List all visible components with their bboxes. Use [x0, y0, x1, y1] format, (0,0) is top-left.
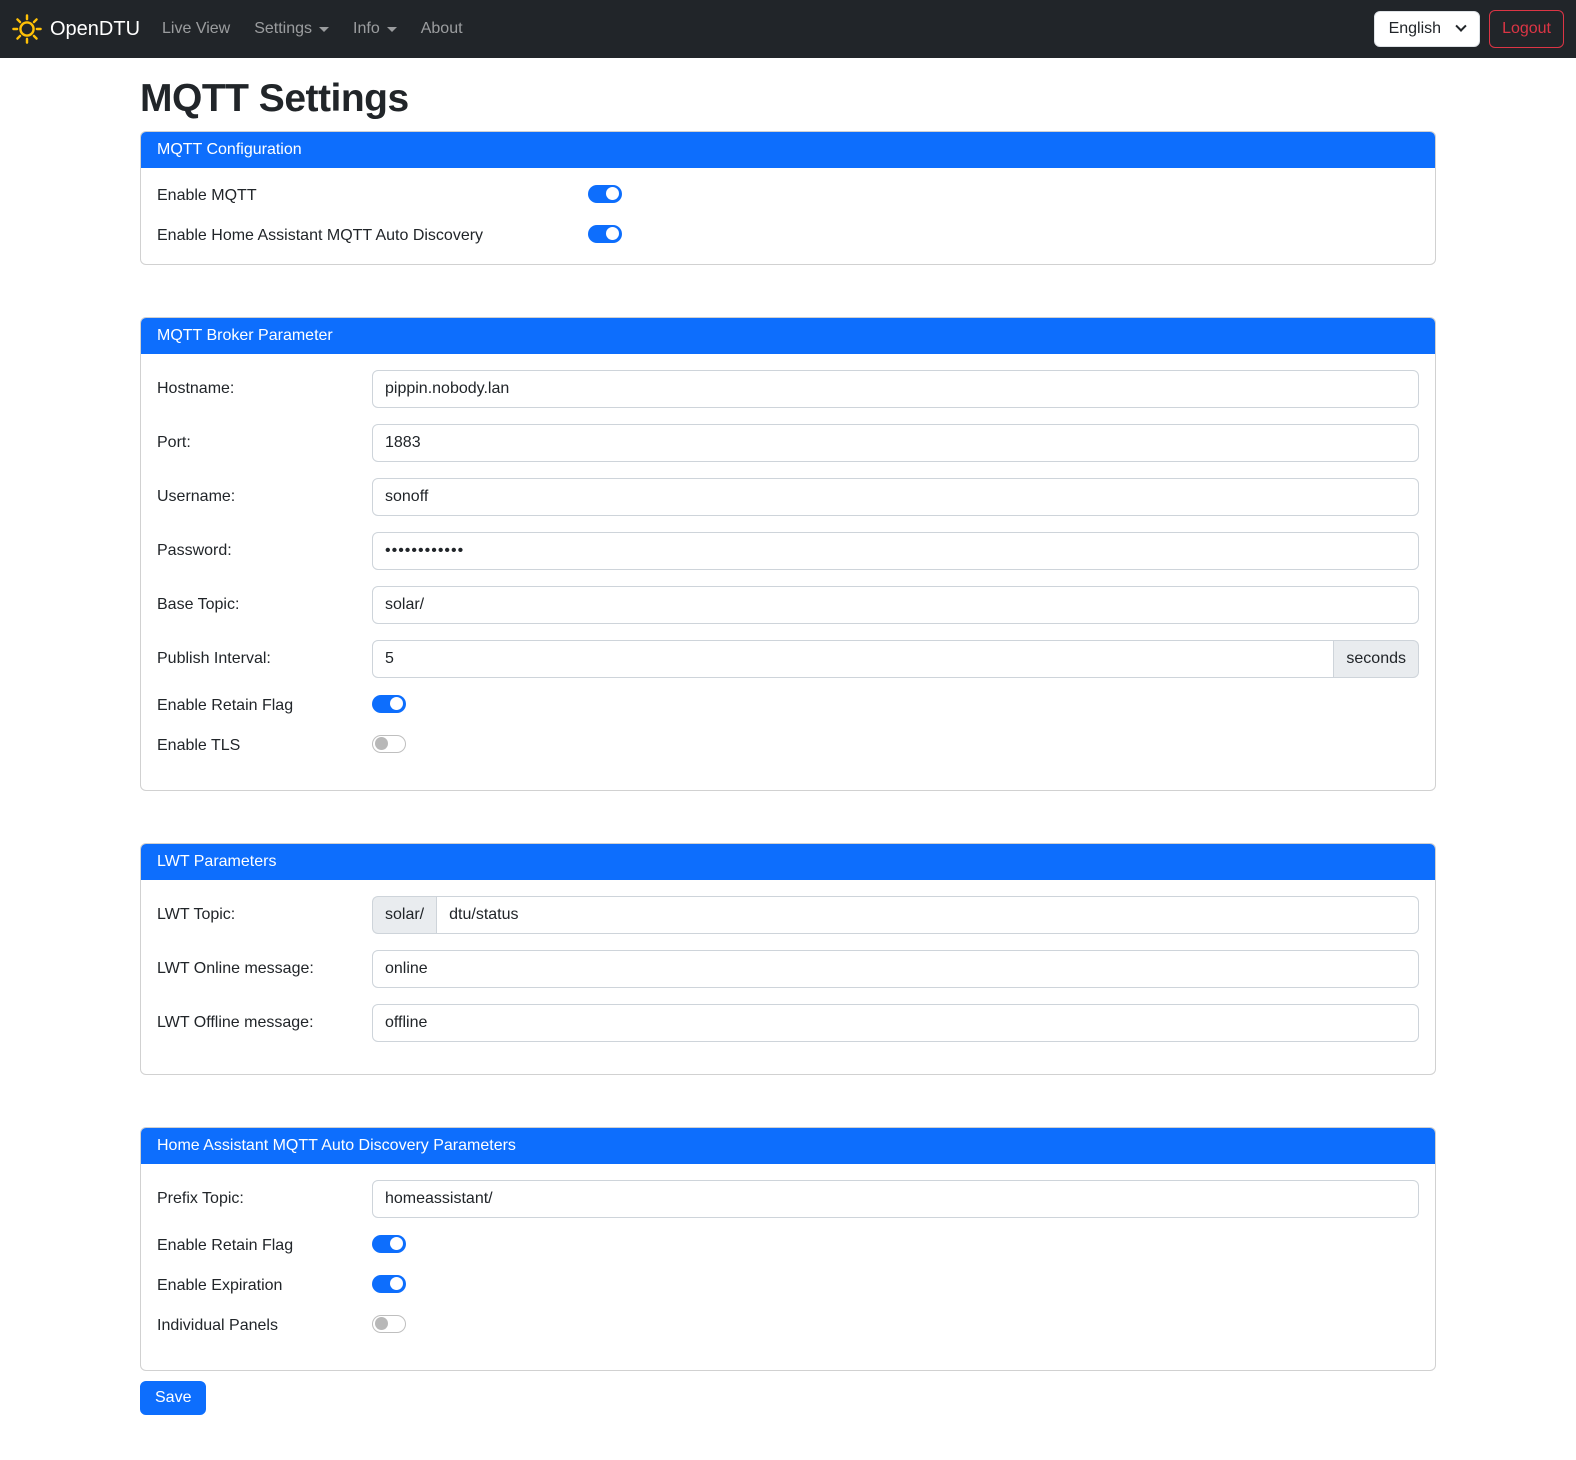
card-mqtt-configuration: MQTT Configuration Enable MQTT Enable Ho…: [140, 131, 1436, 265]
form-row-enable-ha-discovery: Enable Home Assistant MQTT Auto Discover…: [157, 224, 1419, 248]
card-header: Home Assistant MQTT Auto Discovery Param…: [141, 1128, 1435, 1164]
field-label: Username:: [157, 488, 372, 506]
enable-retain-toggle[interactable]: [372, 695, 406, 713]
card-body: Hostname: Port: Username: Password: Base…: [141, 354, 1435, 790]
form-row-ha-enable-expiration: Enable Expiration: [157, 1274, 1419, 1298]
toggle-knob: [390, 697, 403, 710]
language-selected-label: English: [1389, 20, 1441, 38]
field-label: Base Topic:: [157, 596, 372, 614]
form-row-publish-interval: Publish Interval: seconds: [157, 640, 1419, 678]
form-row-enable-tls: Enable TLS: [157, 734, 1419, 758]
toggle-knob: [390, 1237, 403, 1250]
individual-panels-toggle[interactable]: [372, 1315, 406, 1333]
field-label: Password:: [157, 542, 372, 560]
chevron-down-icon: [387, 27, 397, 32]
card-header: MQTT Configuration: [141, 132, 1435, 168]
form-row-ha-enable-retain: Enable Retain Flag: [157, 1234, 1419, 1258]
ha-enable-expiration-toggle[interactable]: [372, 1275, 406, 1293]
field-label: Enable Home Assistant MQTT Auto Discover…: [157, 227, 588, 245]
field-label: Enable MQTT: [157, 187, 588, 205]
field-label: Publish Interval:: [157, 650, 372, 668]
card-body: LWT Topic: solar/ LWT Online message: LW…: [141, 880, 1435, 1074]
language-select[interactable]: English: [1374, 11, 1480, 47]
nav-item-label: Settings: [254, 20, 312, 38]
form-row-lwt-offline: LWT Offline message:: [157, 1004, 1419, 1042]
lwt-online-input[interactable]: [372, 950, 1419, 988]
chevron-down-icon: [1455, 21, 1466, 32]
form-row-port: Port:: [157, 424, 1419, 462]
nav-item-settings[interactable]: Settings: [246, 12, 337, 46]
nav-links: Live View Settings Info About: [154, 12, 479, 46]
prefix-topic-input[interactable]: [372, 1180, 1419, 1218]
field-label: Enable Expiration: [157, 1277, 372, 1295]
card-ha-discovery-parameters: Home Assistant MQTT Auto Discovery Param…: [140, 1127, 1436, 1371]
form-row-prefix-topic: Prefix Topic:: [157, 1180, 1419, 1218]
field-label: Port:: [157, 434, 372, 452]
nav-item-label: About: [421, 20, 463, 38]
toggle-knob: [390, 1277, 403, 1290]
enable-mqtt-toggle[interactable]: [588, 185, 622, 203]
lwt-offline-input[interactable]: [372, 1004, 1419, 1042]
save-button[interactable]: Save: [140, 1381, 206, 1415]
publish-interval-unit: seconds: [1334, 640, 1419, 678]
field-label: LWT Offline message:: [157, 1014, 372, 1032]
enable-ha-discovery-toggle[interactable]: [588, 225, 622, 243]
card-header: LWT Parameters: [141, 844, 1435, 880]
nav-item-label: Live View: [162, 20, 230, 38]
card-mqtt-broker-parameter: MQTT Broker Parameter Hostname: Port: Us…: [140, 317, 1436, 791]
brand-link[interactable]: OpenDTU: [12, 14, 140, 44]
field-label: LWT Online message:: [157, 960, 372, 978]
port-input[interactable]: [372, 424, 1419, 462]
field-label: Enable Retain Flag: [157, 1237, 372, 1255]
toggle-knob: [606, 227, 619, 240]
chevron-down-icon: [319, 27, 329, 32]
username-input[interactable]: [372, 478, 1419, 516]
form-row-password: Password:: [157, 532, 1419, 570]
field-label: LWT Topic:: [157, 906, 372, 924]
hostname-input[interactable]: [372, 370, 1419, 408]
page-title: MQTT Settings: [140, 77, 1436, 121]
field-label: Individual Panels: [157, 1317, 372, 1335]
nav-item-info[interactable]: Info: [345, 12, 405, 46]
field-label: Enable Retain Flag: [157, 697, 372, 715]
sun-icon: [12, 14, 42, 44]
form-row-lwt-online: LWT Online message:: [157, 950, 1419, 988]
logout-button[interactable]: Logout: [1489, 10, 1564, 48]
form-row-enable-retain: Enable Retain Flag: [157, 694, 1419, 718]
form-row-username: Username:: [157, 478, 1419, 516]
ha-enable-retain-toggle[interactable]: [372, 1235, 406, 1253]
nav-item-live-view[interactable]: Live View: [154, 12, 238, 46]
form-row-individual-panels: Individual Panels: [157, 1314, 1419, 1338]
enable-tls-toggle[interactable]: [372, 735, 406, 753]
nav-item-about[interactable]: About: [413, 12, 471, 46]
form-row-enable-mqtt: Enable MQTT: [157, 184, 1419, 208]
toggle-knob: [375, 1317, 388, 1330]
card-lwt-parameters: LWT Parameters LWT Topic: solar/ LWT Onl…: [140, 843, 1436, 1075]
publish-interval-input[interactable]: [372, 640, 1334, 678]
lwt-topic-input[interactable]: [436, 896, 1419, 934]
password-input[interactable]: [372, 532, 1419, 570]
form-row-base-topic: Base Topic:: [157, 586, 1419, 624]
field-label: Prefix Topic:: [157, 1190, 372, 1208]
lwt-topic-prefix: solar/: [372, 896, 436, 934]
form-row-hostname: Hostname:: [157, 370, 1419, 408]
main-content: MQTT Settings MQTT Configuration Enable …: [140, 77, 1436, 1439]
toggle-knob: [606, 187, 619, 200]
form-row-lwt-topic: LWT Topic: solar/: [157, 896, 1419, 934]
toggle-knob: [375, 737, 388, 750]
nav-item-label: Info: [353, 20, 380, 38]
card-header: MQTT Broker Parameter: [141, 318, 1435, 354]
field-label: Enable TLS: [157, 737, 372, 755]
base-topic-input[interactable]: [372, 586, 1419, 624]
card-body: Enable MQTT Enable Home Assistant MQTT A…: [141, 168, 1435, 264]
field-label: Hostname:: [157, 380, 372, 398]
card-body: Prefix Topic: Enable Retain Flag Enable …: [141, 1164, 1435, 1370]
brand-label: OpenDTU: [50, 18, 140, 41]
navbar: OpenDTU Live View Settings Info About En…: [0, 0, 1576, 58]
